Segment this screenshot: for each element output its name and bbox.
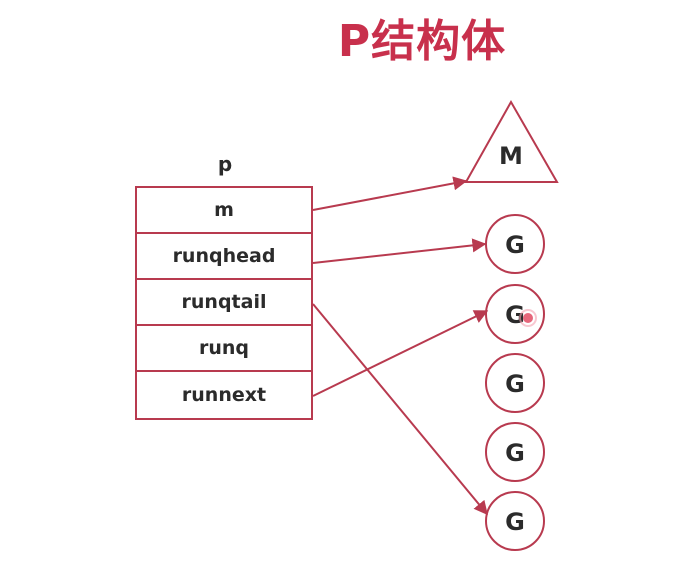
cursor-dot-halo xyxy=(519,309,537,327)
g-node-circle xyxy=(485,284,545,344)
g-node-label: G xyxy=(505,370,525,398)
arrow-runqtail-to-g5 xyxy=(312,303,488,516)
field-runqhead: runqhead xyxy=(137,234,311,280)
g-node-4: G xyxy=(485,422,545,482)
g-node-circle xyxy=(485,422,545,482)
struct-name-label: p xyxy=(217,152,233,176)
g-node-3: G xyxy=(485,353,545,413)
field-runq: runq xyxy=(137,326,311,372)
field-m: m xyxy=(137,188,311,234)
g-node-1: G xyxy=(485,214,545,274)
m-node-label: M xyxy=(499,142,523,170)
diagram-canvas: M G G G G G xyxy=(312,99,559,551)
g-node-circle xyxy=(485,214,545,274)
field-runqtail: runqtail xyxy=(137,280,311,326)
arrow-m-to-m-node xyxy=(312,176,468,211)
cursor-dot xyxy=(523,313,533,323)
g-node-label: G xyxy=(505,301,525,329)
arrow-runnext-to-g2 xyxy=(312,310,489,397)
field-runnext: runnext xyxy=(181,384,267,406)
g-node-label: G xyxy=(505,508,525,536)
p-struct-box: m runqhead runqtail runq runnext xyxy=(135,186,313,420)
g-node-5: G xyxy=(485,491,545,551)
g-node-circle xyxy=(485,353,545,413)
g-node-label: G xyxy=(505,231,525,259)
arrow-runqhead-to-g1 xyxy=(312,238,487,264)
g-node-2: G xyxy=(485,284,545,344)
page-title: P结构体 xyxy=(337,16,507,67)
g-node-circle xyxy=(485,491,545,551)
m-node-triangle xyxy=(464,99,559,183)
g-node-label: G xyxy=(505,439,525,467)
